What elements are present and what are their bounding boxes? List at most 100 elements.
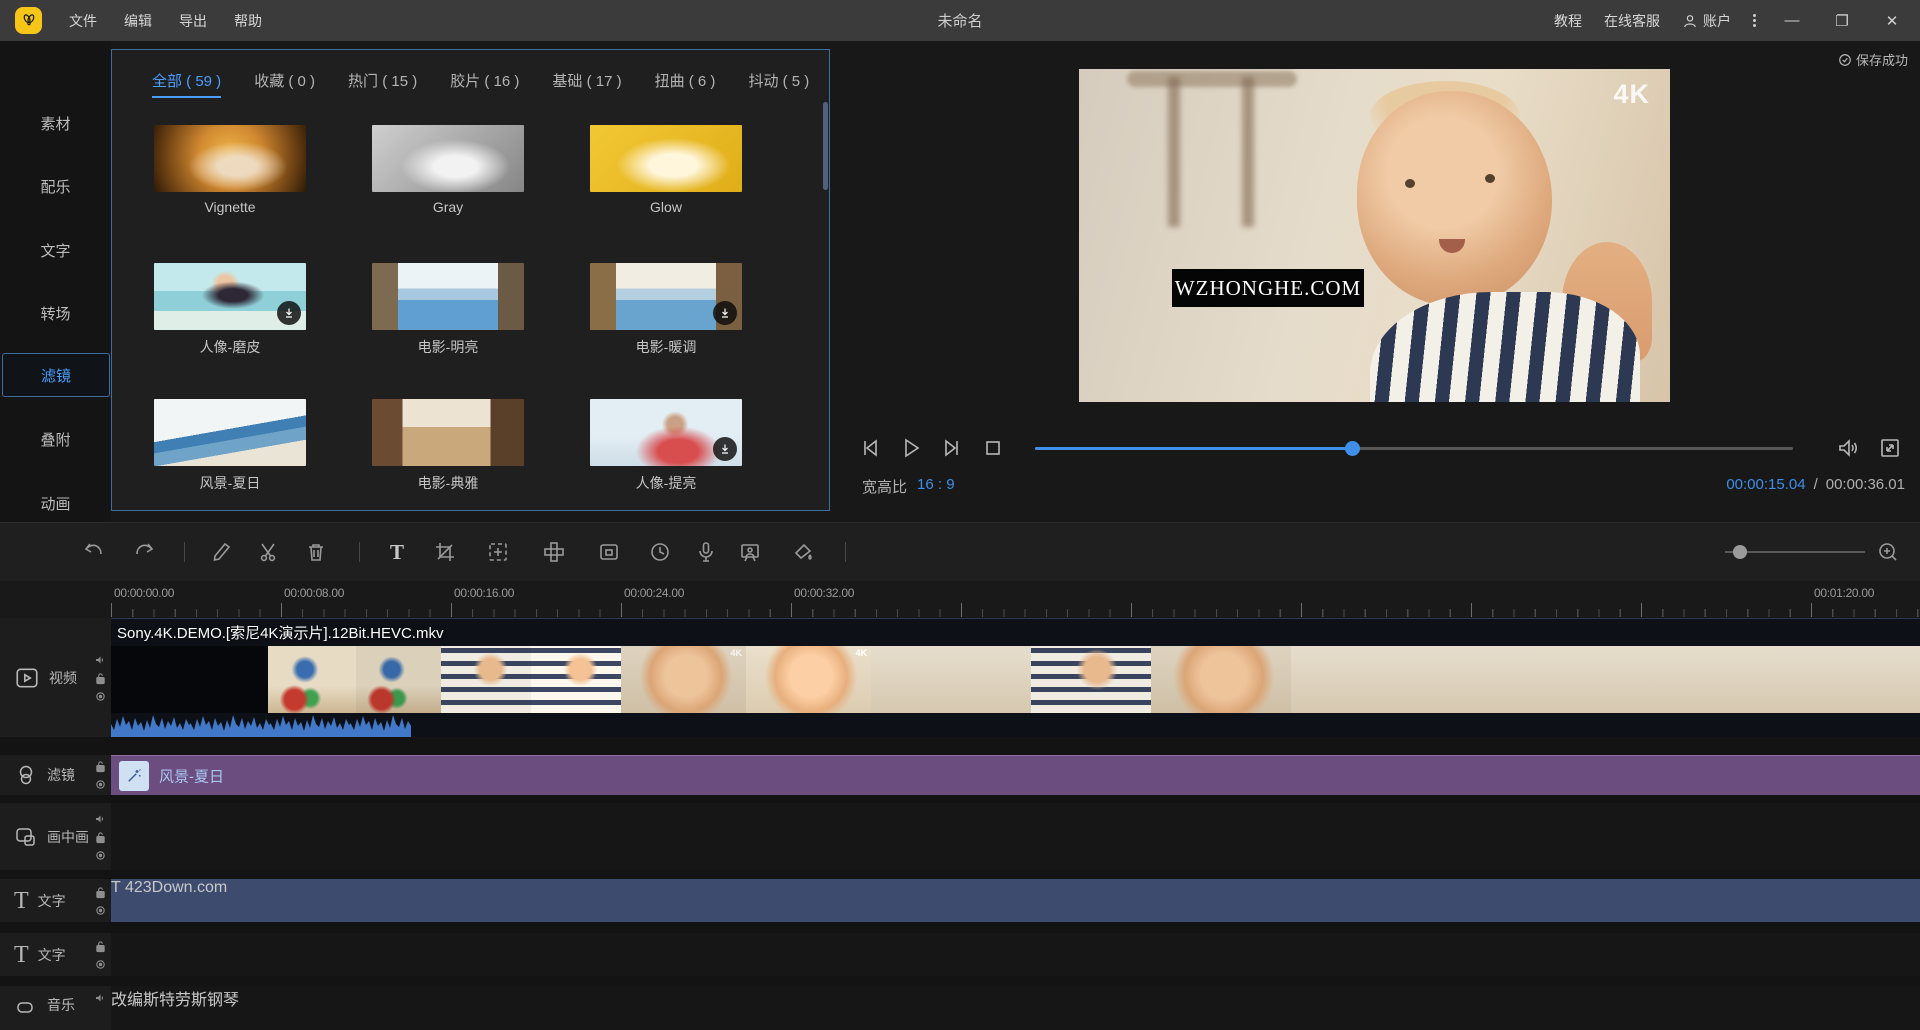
text-track-icon: T xyxy=(14,943,29,967)
progress-handle[interactable] xyxy=(1345,441,1360,456)
app-logo-icon[interactable] xyxy=(15,7,42,34)
menu-export[interactable]: 导出 xyxy=(179,11,207,31)
zoom-slider-handle[interactable] xyxy=(1733,545,1747,559)
filter-thumbnail[interactable] xyxy=(590,125,742,192)
sidebar-item-media[interactable]: 素材 xyxy=(0,101,111,145)
mute-icon[interactable] xyxy=(94,992,106,1004)
menu-file[interactable]: 文件 xyxy=(69,11,97,31)
crop-icon[interactable] xyxy=(433,540,457,564)
undo-icon[interactable] xyxy=(82,540,106,564)
redo-icon[interactable] xyxy=(132,540,156,564)
sidebar-item-animation[interactable]: 动画 xyxy=(0,481,111,525)
menu-edit[interactable]: 编辑 xyxy=(124,11,152,31)
time-ruler[interactable]: 00:00:00.00 00:00:08.00 00:00:16.00 00:0… xyxy=(0,581,1920,619)
filter-item[interactable]: 人像-磨皮 xyxy=(154,263,306,357)
prev-frame-button[interactable] xyxy=(858,436,882,460)
ruler-label: 00:00:24.00 xyxy=(624,586,684,600)
hide-track-icon[interactable] xyxy=(95,779,106,790)
tab-hot[interactable]: 热门 ( 15 ) xyxy=(348,70,417,98)
filter-thumbnail[interactable] xyxy=(372,399,524,466)
record-mic-icon[interactable] xyxy=(694,540,718,564)
sidebar-item-transition[interactable]: 转场 xyxy=(0,291,111,335)
minimize-button[interactable]: — xyxy=(1778,12,1806,29)
mute-icon[interactable] xyxy=(94,813,106,825)
filter-item[interactable]: 电影-明亮 xyxy=(372,263,524,357)
pip-track-lane[interactable] xyxy=(111,803,1920,870)
text-tool-icon[interactable]: T xyxy=(385,540,409,564)
zoom-in-icon[interactable] xyxy=(1876,540,1900,564)
video-clip[interactable]: Sony.4K.DEMO.[索尼4K演示片].12Bit.HEVC.mkv 4K… xyxy=(111,618,1920,737)
filter-item[interactable]: 电影-典雅 xyxy=(372,399,524,493)
lock-icon[interactable] xyxy=(95,940,106,953)
close-button[interactable]: ✕ xyxy=(1878,12,1906,30)
music-track-lane[interactable]: 改编斯特劳斯钢琴 xyxy=(111,986,1920,1030)
tutorial-link[interactable]: 教程 xyxy=(1554,11,1582,31)
tab-film[interactable]: 胶片 ( 16 ) xyxy=(450,70,519,98)
more-menu-icon[interactable] xyxy=(1753,14,1756,27)
filter-thumbnail[interactable] xyxy=(154,263,306,330)
hide-track-icon[interactable] xyxy=(95,959,106,970)
hide-track-icon[interactable] xyxy=(95,905,106,916)
timeline-zoom-slider[interactable] xyxy=(1725,551,1865,553)
filter-thumbnail[interactable] xyxy=(372,125,524,192)
lock-icon[interactable] xyxy=(95,886,106,899)
mute-icon[interactable] xyxy=(94,654,106,666)
lock-icon[interactable] xyxy=(95,831,106,844)
tab-all[interactable]: 全部 ( 59 ) xyxy=(152,70,221,98)
filter-thumbnail[interactable] xyxy=(154,399,306,466)
filter-item[interactable]: 风景-夏日 xyxy=(154,399,306,493)
sidebar-item-music[interactable]: 配乐 xyxy=(0,164,111,208)
filter-item[interactable]: Gray xyxy=(372,125,524,215)
baby-eye xyxy=(1485,174,1495,183)
preview-progress-bar[interactable] xyxy=(1035,447,1793,450)
filter-clip[interactable]: 风景-夏日 xyxy=(111,755,1920,795)
filter-item[interactable]: 人像-提亮 xyxy=(590,399,742,493)
account-button[interactable]: 账户 xyxy=(1682,11,1731,31)
music-clip[interactable]: 改编斯特劳斯钢琴 xyxy=(111,986,1920,1030)
filter-track-lane[interactable]: 风景-夏日 xyxy=(111,755,1920,795)
zoom-region-icon[interactable] xyxy=(486,540,510,564)
chroma-bucket-icon[interactable] xyxy=(791,540,815,564)
sidebar-item-overlay[interactable]: 叠附 xyxy=(0,417,111,461)
filter-thumbnail[interactable] xyxy=(590,263,742,330)
filter-thumbnail[interactable] xyxy=(154,125,306,192)
mosaic-icon[interactable] xyxy=(542,540,566,564)
text-track-lane[interactable]: T 423Down.com xyxy=(111,879,1920,922)
tab-shake[interactable]: 抖动 ( 5 ) xyxy=(748,70,809,98)
lock-icon[interactable] xyxy=(95,760,106,773)
video-track-lane[interactable]: Sony.4K.DEMO.[索尼4K演示片].12Bit.HEVC.mkv 4K… xyxy=(111,618,1920,737)
aspect-value[interactable]: 16 : 9 xyxy=(917,476,955,497)
filter-thumbnail[interactable] xyxy=(372,263,524,330)
text-clip[interactable]: T 423Down.com xyxy=(111,879,1920,922)
filter-panel: 全部 ( 59 ) 收藏 ( 0 ) 热门 ( 15 ) 胶片 ( 16 ) 基… xyxy=(111,49,830,511)
filter-item[interactable]: Glow xyxy=(590,125,742,215)
maximize-button[interactable]: ❐ xyxy=(1828,12,1856,30)
stop-button[interactable] xyxy=(981,436,1005,460)
delete-trash-icon[interactable] xyxy=(304,540,328,564)
sidebar-item-filter[interactable]: 滤镜 xyxy=(2,353,110,397)
tab-basic[interactable]: 基础 ( 17 ) xyxy=(552,70,621,98)
tab-favorites[interactable]: 收藏 ( 0 ) xyxy=(254,70,315,98)
hide-track-icon[interactable] xyxy=(95,691,106,702)
volume-icon[interactable] xyxy=(1836,436,1860,460)
menu-help[interactable]: 帮助 xyxy=(234,11,262,31)
text-track-lane[interactable] xyxy=(111,933,1920,976)
filter-thumbnail[interactable] xyxy=(590,399,742,466)
filter-item[interactable]: Vignette xyxy=(154,125,306,215)
play-button[interactable] xyxy=(899,436,923,460)
background-board-icon[interactable] xyxy=(738,540,762,564)
hide-track-icon[interactable] xyxy=(95,850,106,861)
support-link[interactable]: 在线客服 xyxy=(1604,11,1660,31)
toolbar-divider xyxy=(359,542,360,562)
fullscreen-icon[interactable] xyxy=(1878,436,1902,460)
split-scissors-icon[interactable] xyxy=(257,540,281,564)
sidebar-item-text[interactable]: 文字 xyxy=(0,228,111,272)
filter-item[interactable]: 电影-暖调 xyxy=(590,263,742,357)
edit-pencil-icon[interactable] xyxy=(210,540,234,564)
panel-scrollbar[interactable] xyxy=(823,102,828,190)
duration-clock-icon[interactable] xyxy=(648,540,672,564)
lock-icon[interactable] xyxy=(95,672,106,685)
overlay-rect-icon[interactable] xyxy=(597,540,621,564)
tab-distort[interactable]: 扭曲 ( 6 ) xyxy=(655,70,716,98)
next-frame-button[interactable] xyxy=(940,436,964,460)
